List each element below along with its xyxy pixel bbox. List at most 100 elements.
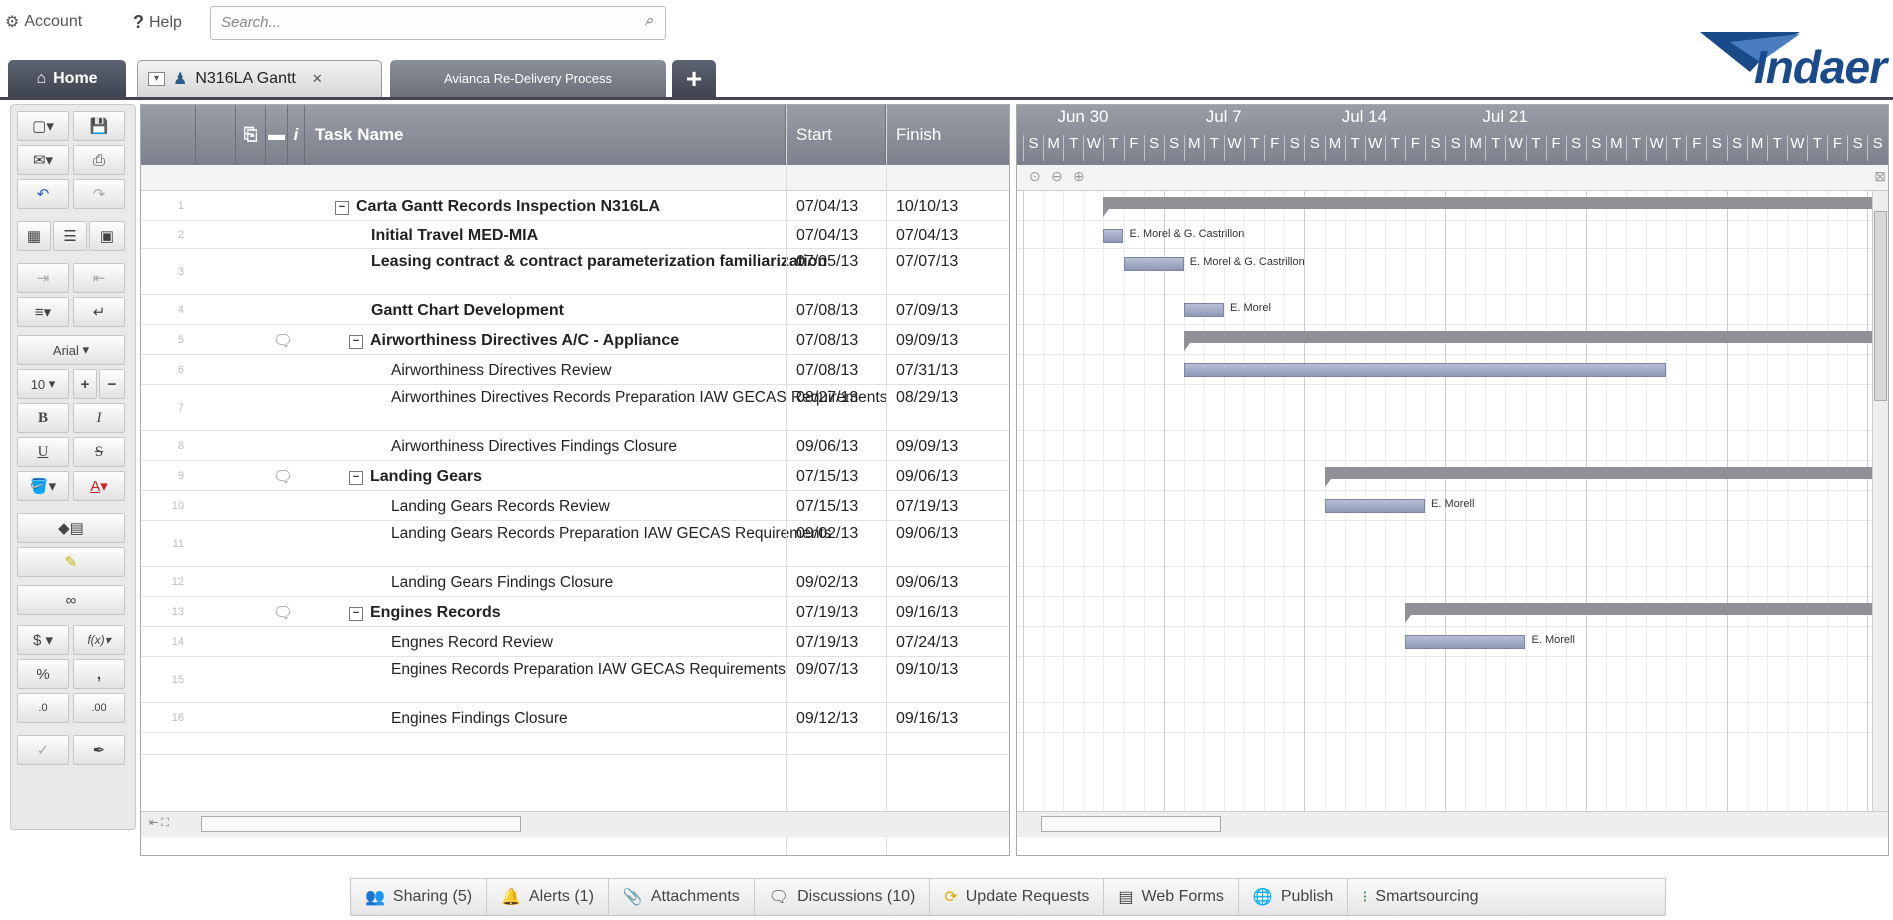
thousands-button[interactable]: , [73,659,125,689]
start-cell[interactable]: 07/15/13 [786,496,882,517]
chart-scrollbar[interactable] [1017,811,1888,837]
task-bar[interactable] [1404,635,1526,649]
start-header[interactable]: Start [786,105,886,165]
finish-cell[interactable]: 09/09/13 [886,330,982,351]
collapse-all-icon[interactable]: ⇤ ⛶ [149,816,169,830]
percent-button[interactable]: % [17,659,69,689]
comment-icon[interactable]: 🗨 [263,603,303,623]
finish-cell[interactable]: 07/31/13 [886,360,982,381]
start-cell[interactable]: 09/07/13 [786,659,882,680]
outdent-icon[interactable]: ⇤ [73,263,125,293]
tab-menu-icon[interactable]: ▾ [148,72,165,86]
add-decimal-button[interactable]: .0 [17,693,69,723]
collapse-icon[interactable]: − [335,200,349,215]
bold-button[interactable]: B [17,403,69,433]
finish-cell[interactable]: 09/10/13 [886,659,982,680]
task-bar[interactable] [1324,499,1425,513]
table-row-partial[interactable] [141,733,1009,755]
format-painter-icon[interactable]: ✎ [17,547,125,577]
start-cell[interactable]: 09/02/13 [786,523,882,544]
table-row[interactable]: 10 Landing Gears Records Review 07/15/13 07… [141,491,1009,521]
update-requests-button[interactable]: ⟳ Update Requests [930,878,1105,916]
start-cell[interactable]: 09/12/13 [786,708,882,729]
undo-icon[interactable]: ↶ [17,179,69,209]
search-input[interactable]: Search... ⌕ [210,6,666,40]
publish-button[interactable]: 🌐 Publish [1239,878,1349,916]
tab-avianca[interactable]: Avianca Re-Delivery Process [390,60,666,97]
table-row[interactable]: 11 Landing Gears Records Preparation IAW … [141,521,1009,567]
function-button[interactable]: f(x) ▾ [73,625,125,655]
finish-cell[interactable]: 07/07/13 [886,251,982,272]
attachments-button[interactable]: 📎 Attachments [609,878,755,916]
grid-scrollbar[interactable]: ⇤ ⛶ [141,811,1009,837]
table-row[interactable]: 12 Landing Gears Findings Closure 09/02/13… [141,567,1009,597]
strikethrough-button[interactable]: S [73,437,125,467]
summary-bar[interactable] [1183,331,1873,343]
sharing-button[interactable]: 👥 Sharing (5) [351,878,488,916]
finish-cell[interactable]: 07/04/13 [886,225,982,246]
start-cell[interactable]: 07/04/13 [786,196,882,217]
smartsourcing-button[interactable]: ⁝ Smartsourcing [1348,878,1492,916]
indent-icon[interactable]: ⇥ [17,263,69,293]
table-row[interactable]: 15 Engines Records Preparation IAW GECAS … [141,657,1009,703]
summary-bar[interactable] [1324,467,1873,479]
tab-home[interactable]: ⌂ Home [8,60,126,97]
zoom-out-icon[interactable]: ⊖ [1051,168,1063,185]
start-cell[interactable]: 07/05/13 [786,251,882,272]
close-chart-icon[interactable]: ⊠ [1874,168,1886,185]
start-cell[interactable]: 07/08/13 [786,360,882,381]
tab-n316la-gantt[interactable]: ▾ ♟ N316LA Gantt ✕ [137,60,382,97]
table-row[interactable]: 4 Gantt Chart Development 07/08/13 07/09/13 [141,295,1009,325]
table-row[interactable]: 5 🗨 − Airworthiness Directives A/C - Applia… [141,325,1009,355]
summary-bar[interactable] [1103,197,1873,209]
zoom-in-icon[interactable]: ⊕ [1073,168,1085,185]
clear-format-icon[interactable]: ✓ [17,735,69,765]
alerts-button[interactable]: 🔔 Alerts (1) [487,878,609,916]
web-forms-button[interactable]: ▤ Web Forms [1104,878,1239,916]
collapse-icon[interactable]: − [349,470,363,485]
fill-color-button[interactable]: 🪣▾ [17,471,69,501]
gantt-view-icon[interactable]: ☰ [53,221,87,251]
search-icon[interactable]: ⌕ [637,12,661,34]
email-button[interactable]: ✉▾ [17,145,69,175]
task-name-header[interactable]: Task Name [305,105,786,165]
align-button[interactable]: ≡▾ [17,297,69,327]
finish-cell[interactable]: 07/19/13 [886,496,982,517]
hyperlink-icon[interactable]: ∞ [17,585,125,615]
table-row[interactable]: 3 Leasing contract & contract parameteriz… [141,249,1009,295]
finish-cell[interactable]: 09/09/13 [886,436,982,457]
start-cell[interactable]: 09/06/13 [786,436,882,457]
underline-button[interactable]: U [17,437,69,467]
table-row[interactable]: 2 Initial Travel MED-MIA 07/04/13 07/04/13 [141,221,1009,249]
font-size-select[interactable]: 10 ▾ [17,369,69,399]
start-cell[interactable]: 07/19/13 [786,632,882,653]
start-cell[interactable]: 07/04/13 [786,225,882,246]
collapse-icon[interactable]: − [349,334,363,349]
finish-cell[interactable]: 09/16/13 [886,602,982,623]
start-cell[interactable]: 07/19/13 [786,602,882,623]
start-cell[interactable]: 07/08/13 [786,300,882,321]
table-row[interactable]: 9 🗨 − Landing Gears 07/15/13 09/06/13 [141,461,1009,491]
grid-view-icon[interactable]: ▦ [17,221,51,251]
finish-cell[interactable]: 08/29/13 [886,387,982,408]
table-row[interactable]: 8 Airworthiness Directives Findings Closu… [141,431,1009,461]
close-tab-icon[interactable]: ✕ [312,71,323,87]
summary-bar[interactable] [1404,603,1873,615]
add-tab-button[interactable]: + [672,60,716,97]
finish-header[interactable]: Finish [886,105,1009,165]
decrease-size-button[interactable]: − [99,369,125,399]
task-bar[interactable] [1103,229,1124,243]
account-link[interactable]: ⚙ Account [5,12,82,32]
comment-icon[interactable]: 🗨 [263,331,303,351]
comment-icon[interactable]: 🗨 [263,467,303,487]
new-button[interactable]: ▢▾ [17,111,69,141]
start-cell[interactable]: 08/27/13 [786,387,882,408]
text-color-button[interactable]: A ▾ [73,471,125,501]
vertical-scrollbar[interactable] [1872,191,1888,811]
zoom-reset-icon[interactable]: ⊙ [1029,168,1041,185]
table-row[interactable]: 16 Engines Findings Closure 09/12/13 09/16/… [141,703,1009,733]
discussions-button[interactable]: 🗨 Discussions (10) [755,878,931,916]
table-row[interactable]: 13 🗨 − Engines Records 07/19/13 09/16/13 [141,597,1009,627]
start-cell[interactable]: 07/08/13 [786,330,882,351]
print-icon[interactable]: ⎙ [73,145,125,175]
